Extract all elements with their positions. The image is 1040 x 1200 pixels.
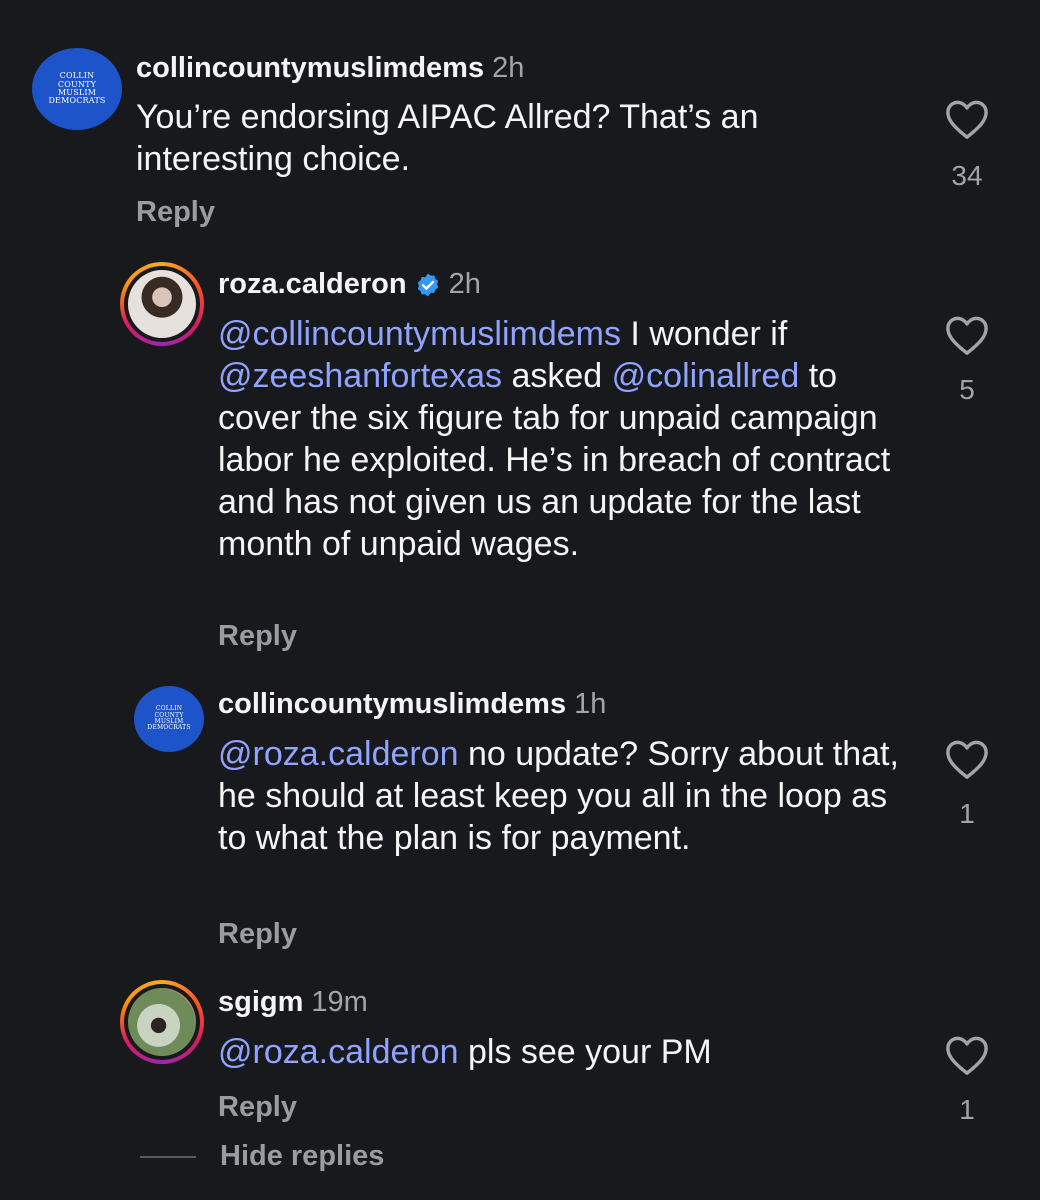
avatar-sgigm[interactable] bbox=[128, 988, 196, 1056]
comment-text: You’re endorsing AIPAC Allred? That’s an… bbox=[136, 98, 759, 178]
avatar-collincountymuslimdems[interactable]: COLLIN COUNTY MUSLIM DEMOCRATS bbox=[32, 48, 122, 130]
reply-button[interactable]: Reply bbox=[218, 918, 297, 951]
reply-button[interactable]: Reply bbox=[136, 196, 215, 229]
username-label[interactable]: roza.calderon bbox=[218, 268, 407, 300]
comment-username[interactable]: collincountymuslimdems 2h bbox=[136, 52, 524, 85]
avatar-logo-text: COLLIN COUNTY MUSLIM DEMOCRATS bbox=[147, 705, 191, 732]
comment-time: 2h bbox=[448, 268, 481, 300]
username-label[interactable]: collincountymuslimdems bbox=[136, 52, 484, 84]
reply-button[interactable]: Reply bbox=[218, 620, 297, 653]
comment-text: @roza.calderon no update? Sorry about th… bbox=[218, 733, 918, 859]
like-count: 1 bbox=[959, 798, 975, 829]
verified-badge-icon bbox=[417, 273, 438, 297]
avatar-collincountymuslimdems[interactable]: COLLIN COUNTY MUSLIM DEMOCRATS bbox=[134, 686, 204, 752]
heart-icon[interactable] bbox=[944, 314, 990, 356]
mention-link[interactable]: @collincountymuslimdems bbox=[218, 315, 621, 353]
mention-link[interactable]: @colinallred bbox=[612, 357, 800, 395]
comment-text: @roza.calderon pls see your PM bbox=[218, 1031, 918, 1073]
text-segment: pls see your PM bbox=[458, 1033, 712, 1071]
heart-icon[interactable] bbox=[944, 98, 990, 140]
comment-username[interactable]: sgigm 19m bbox=[218, 986, 368, 1019]
like-count: 34 bbox=[951, 160, 983, 191]
like-count: 1 bbox=[959, 1094, 975, 1125]
username-label[interactable]: collincountymuslimdems bbox=[218, 688, 566, 720]
mention-link[interactable]: @roza.calderon bbox=[218, 735, 459, 773]
heart-icon[interactable] bbox=[944, 738, 990, 780]
text-segment: I wonder if bbox=[620, 315, 788, 353]
hide-replies-button[interactable]: Hide replies bbox=[220, 1140, 384, 1173]
heart-icon[interactable] bbox=[944, 1034, 990, 1076]
avatar-logo-text: COLLIN COUNTY MUSLIM DEMOCRATS bbox=[48, 71, 106, 106]
comment-time: 19m bbox=[311, 986, 368, 1018]
comment-time: 1h bbox=[574, 688, 607, 720]
like-count: 5 bbox=[959, 374, 975, 405]
text-segment: asked bbox=[502, 357, 612, 395]
mention-link[interactable]: @roza.calderon bbox=[218, 1033, 459, 1071]
mention-link[interactable]: @zeeshanfortexas bbox=[218, 357, 502, 395]
hide-replies-divider bbox=[140, 1156, 196, 1158]
comment-text: @collincountymuslimdems I wonder if @zee… bbox=[218, 313, 918, 565]
avatar-roza-calderon[interactable] bbox=[128, 270, 196, 338]
comment-username[interactable]: roza.calderon 2h bbox=[218, 268, 481, 301]
reply-button[interactable]: Reply bbox=[218, 1091, 297, 1124]
comment-time: 2h bbox=[492, 52, 525, 84]
comment-username[interactable]: collincountymuslimdems 1h bbox=[218, 688, 606, 721]
username-label[interactable]: sgigm bbox=[218, 986, 303, 1018]
